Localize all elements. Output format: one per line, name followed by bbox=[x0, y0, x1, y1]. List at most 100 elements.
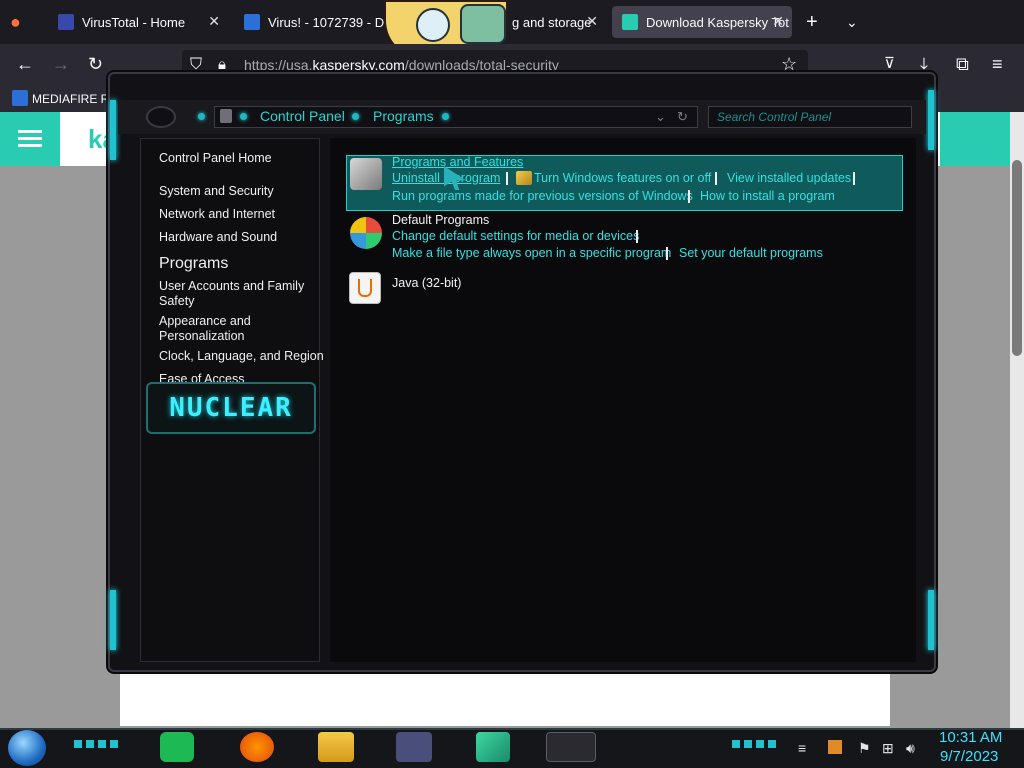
hamburger-bar bbox=[18, 137, 42, 140]
sidebar-item-control-panel-home[interactable]: Control Panel Home bbox=[159, 151, 272, 166]
url-prefix: https://usa. bbox=[244, 57, 313, 73]
sidebar-item-network-internet[interactable]: Network and Internet bbox=[159, 207, 275, 222]
nav-dot bbox=[352, 113, 359, 120]
app-cube-taskbar-icon[interactable] bbox=[476, 732, 510, 762]
sidebar-item-hardware-sound[interactable]: Hardware and Sound bbox=[159, 230, 277, 245]
set-default-programs-link[interactable]: Set your default programs bbox=[679, 246, 823, 260]
firefox-taskbar-icon[interactable] bbox=[240, 732, 274, 762]
nuclear-theme-logo: NUCLEAR bbox=[146, 382, 316, 434]
nav-dot bbox=[240, 113, 247, 120]
programs-and-features-link[interactable]: Programs and Features bbox=[392, 155, 523, 169]
link-separator bbox=[666, 247, 668, 260]
tray-app-icon[interactable] bbox=[828, 740, 842, 754]
turn-windows-features-link[interactable]: Turn Windows features on or off bbox=[534, 171, 711, 185]
url-domain: kaspersky.com bbox=[312, 57, 405, 73]
tray-overflow-icon[interactable]: ≡ bbox=[798, 740, 806, 756]
network-icon[interactable]: ⊞ bbox=[882, 740, 894, 757]
cartoon-hand bbox=[460, 4, 506, 44]
programs-and-features-icon bbox=[350, 158, 382, 190]
nav-dot bbox=[198, 113, 205, 120]
close-tab-icon[interactable]: ✕ bbox=[772, 13, 784, 30]
tab-label: Download Kaspersky Tot bbox=[646, 14, 789, 30]
link-separator bbox=[506, 172, 508, 185]
volume-icon[interactable]: 🔊︎ bbox=[906, 740, 915, 757]
breadcrumb-control-panel[interactable]: Control Panel bbox=[260, 108, 345, 124]
tab-label: g and storage bbox=[512, 14, 592, 30]
change-default-settings-link[interactable]: Change default settings for media or dev… bbox=[392, 229, 639, 243]
hamburger-bar bbox=[18, 130, 42, 133]
url-text[interactable]: https://usa.kaspersky.com/downloads/tota… bbox=[244, 57, 559, 73]
sidebar-item-programs-current: Programs bbox=[159, 255, 229, 272]
tab-list-chevron-icon[interactable]: ⌄ bbox=[846, 13, 858, 31]
refresh-icon[interactable]: ↻ bbox=[677, 108, 688, 126]
frame-accent bbox=[110, 100, 116, 160]
frame-accent bbox=[110, 590, 116, 650]
taskbar-clock-time[interactable]: 10:31 AM bbox=[939, 729, 1002, 746]
sidebar-item-user-accounts[interactable]: User Accounts and Family Safety bbox=[159, 279, 309, 309]
search-placeholder: Search Control Panel bbox=[717, 110, 832, 124]
sidebar-item-appearance[interactable]: Appearance and Personalization bbox=[159, 314, 279, 344]
sidebar-item-clock-language[interactable]: Clock, Language, and Region bbox=[159, 349, 324, 364]
nuclear-logo-text: NUCLEAR bbox=[169, 393, 293, 423]
frame-accent bbox=[928, 590, 934, 650]
run-previous-versions-link[interactable]: Run programs made for previous versions … bbox=[392, 189, 693, 203]
address-dropdown-chevron-icon[interactable]: ⌄ bbox=[655, 108, 666, 126]
back-forward-orb-icon[interactable] bbox=[146, 106, 176, 128]
page-scrollbar-thumb[interactable] bbox=[1012, 160, 1022, 356]
new-tab-button[interactable]: + bbox=[806, 12, 818, 32]
tab-label: Virus! - 1072739 - Dow bbox=[268, 14, 401, 30]
java-cup bbox=[358, 279, 372, 297]
close-tab-icon[interactable]: ✕ bbox=[586, 13, 598, 30]
kaspersky-header-accent bbox=[940, 112, 1010, 166]
tab-kaspersky[interactable]: Download Kaspersky Tot ✕ bbox=[612, 6, 792, 38]
search-control-panel-input[interactable]: Search Control Panel bbox=[708, 106, 912, 128]
nav-dot bbox=[442, 113, 449, 120]
url-path: /downloads/total-security bbox=[404, 57, 559, 73]
bookmark-mediafire[interactable]: MEDIAFIRE RO bbox=[32, 92, 119, 106]
hamburger-bar bbox=[18, 144, 42, 147]
virustotal-icon bbox=[58, 14, 74, 30]
default-programs-title[interactable]: Default Programs bbox=[392, 213, 489, 227]
reload-icon[interactable]: ↻ bbox=[88, 55, 103, 73]
mediafire-icon bbox=[244, 14, 260, 30]
taskbar-accent bbox=[74, 740, 118, 748]
kaspersky-content-panel bbox=[120, 668, 890, 726]
control-panel-taskbar-icon[interactable] bbox=[396, 732, 432, 762]
view-installed-updates-link[interactable]: View installed updates bbox=[727, 171, 851, 185]
link-separator bbox=[853, 172, 855, 185]
link-separator bbox=[715, 172, 717, 185]
forward-arrow-icon[interactable]: → bbox=[52, 55, 70, 73]
link-separator bbox=[636, 230, 638, 243]
java-icon bbox=[349, 272, 381, 304]
default-programs-icon bbox=[350, 217, 382, 249]
java-title[interactable]: Java (32-bit) bbox=[392, 276, 461, 290]
back-arrow-icon[interactable]: ← bbox=[16, 55, 34, 73]
kaspersky-icon bbox=[622, 14, 638, 30]
firefox-menu-icon[interactable]: ● bbox=[10, 13, 21, 31]
control-panel-icon bbox=[220, 109, 232, 123]
extensions-icon[interactable]: ⧉ bbox=[956, 55, 969, 73]
flag-icon[interactable]: ⚑ bbox=[858, 740, 871, 757]
taskbar-accent bbox=[732, 740, 776, 748]
file-explorer-taskbar-icon[interactable] bbox=[318, 732, 354, 762]
frame-accent bbox=[928, 90, 934, 150]
bookmark-star-icon[interactable]: ☆ bbox=[781, 55, 797, 73]
active-window-taskbar-icon[interactable] bbox=[546, 732, 596, 762]
start-button[interactable] bbox=[8, 730, 46, 766]
taskbar-clock-date[interactable]: 9/7/2023 bbox=[940, 748, 998, 765]
download-icon[interactable]: ⤓ bbox=[920, 55, 928, 73]
menu-icon[interactable]: ≡ bbox=[992, 55, 1003, 73]
how-to-install-link[interactable]: How to install a program bbox=[700, 189, 835, 203]
tab-virustotal[interactable]: VirusTotal - Home ✕ bbox=[48, 6, 228, 38]
hamburger-menu-button[interactable] bbox=[0, 112, 60, 166]
tab-label: VirusTotal - Home bbox=[82, 14, 186, 30]
breadcrumb-programs[interactable]: Programs bbox=[373, 108, 434, 124]
close-tab-icon[interactable]: ✕ bbox=[208, 13, 220, 30]
file-type-open-link[interactable]: Make a file type always open in a specif… bbox=[392, 246, 671, 260]
link-separator bbox=[688, 190, 690, 203]
cartoon-eye bbox=[416, 8, 450, 42]
sidebar-item-system-security[interactable]: System and Security bbox=[159, 184, 274, 199]
pocket-icon[interactable]: ⊽ bbox=[884, 55, 895, 73]
spotify-taskbar-icon[interactable] bbox=[160, 732, 194, 762]
windows-features-shield-icon bbox=[516, 171, 532, 185]
